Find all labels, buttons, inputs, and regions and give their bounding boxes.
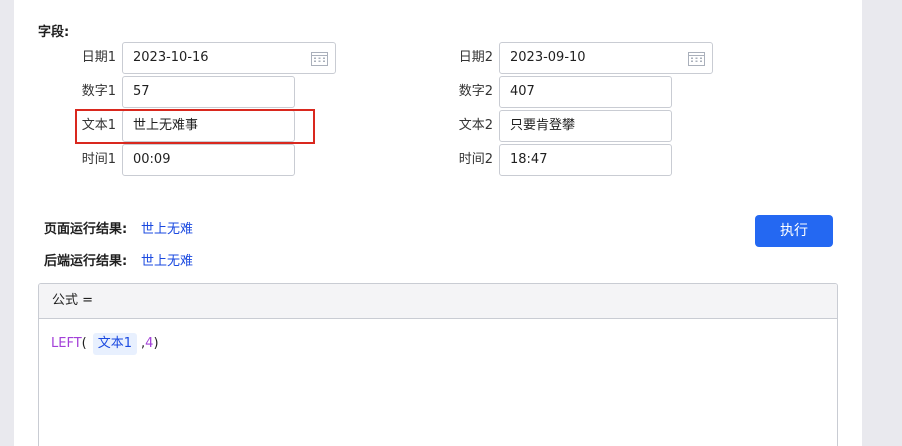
formula-header: 公式 =: [39, 284, 837, 319]
text2-label: 文本2: [458, 118, 493, 133]
time2-label: 时间2: [458, 152, 493, 167]
date2-value: 2023-09-10: [510, 50, 586, 65]
formula-variable-chip[interactable]: 文本1: [92, 333, 138, 355]
num1-label: 数字1: [81, 84, 116, 99]
date1-label: 日期1: [81, 50, 116, 65]
page-result-value: 世上无难: [141, 222, 194, 237]
text2-field[interactable]: 只要肯登攀: [499, 110, 672, 142]
calendar-icon[interactable]: [311, 51, 328, 66]
time1-value: 00:09: [133, 152, 171, 167]
time1-label: 时间1: [81, 152, 116, 167]
calendar-icon[interactable]: [688, 51, 705, 66]
backend-result-label: 后端运行结果:: [44, 254, 128, 269]
page-result-label: 页面运行结果:: [44, 222, 128, 237]
date1-field[interactable]: 2023-10-16: [122, 42, 336, 74]
date2-label: 日期2: [458, 50, 493, 65]
formula-open-paren: (: [81, 336, 87, 351]
num1-field[interactable]: 57: [122, 76, 295, 108]
text2-value: 只要肯登攀: [510, 118, 576, 133]
num2-label: 数字2: [458, 84, 493, 99]
date1-value: 2023-10-16: [133, 50, 209, 65]
formula-close-paren: ): [153, 336, 159, 351]
section-title: 字段:: [38, 25, 70, 40]
date2-field[interactable]: 2023-09-10: [499, 42, 713, 74]
run-button[interactable]: 执行: [755, 215, 833, 247]
time2-field[interactable]: 18:47: [499, 144, 672, 176]
time1-field[interactable]: 00:09: [122, 144, 295, 176]
formula-editor: 公式 = LEFT(文本1,4): [38, 283, 838, 446]
num1-value: 57: [133, 84, 150, 99]
num2-field[interactable]: 407: [499, 76, 672, 108]
highlight-box: [75, 109, 315, 144]
formula-function: LEFT: [51, 336, 82, 351]
formula-input[interactable]: LEFT(文本1,4): [39, 319, 837, 355]
backend-result-value: 世上无难: [141, 254, 194, 269]
time2-value: 18:47: [510, 152, 548, 167]
num2-value: 407: [510, 84, 535, 99]
